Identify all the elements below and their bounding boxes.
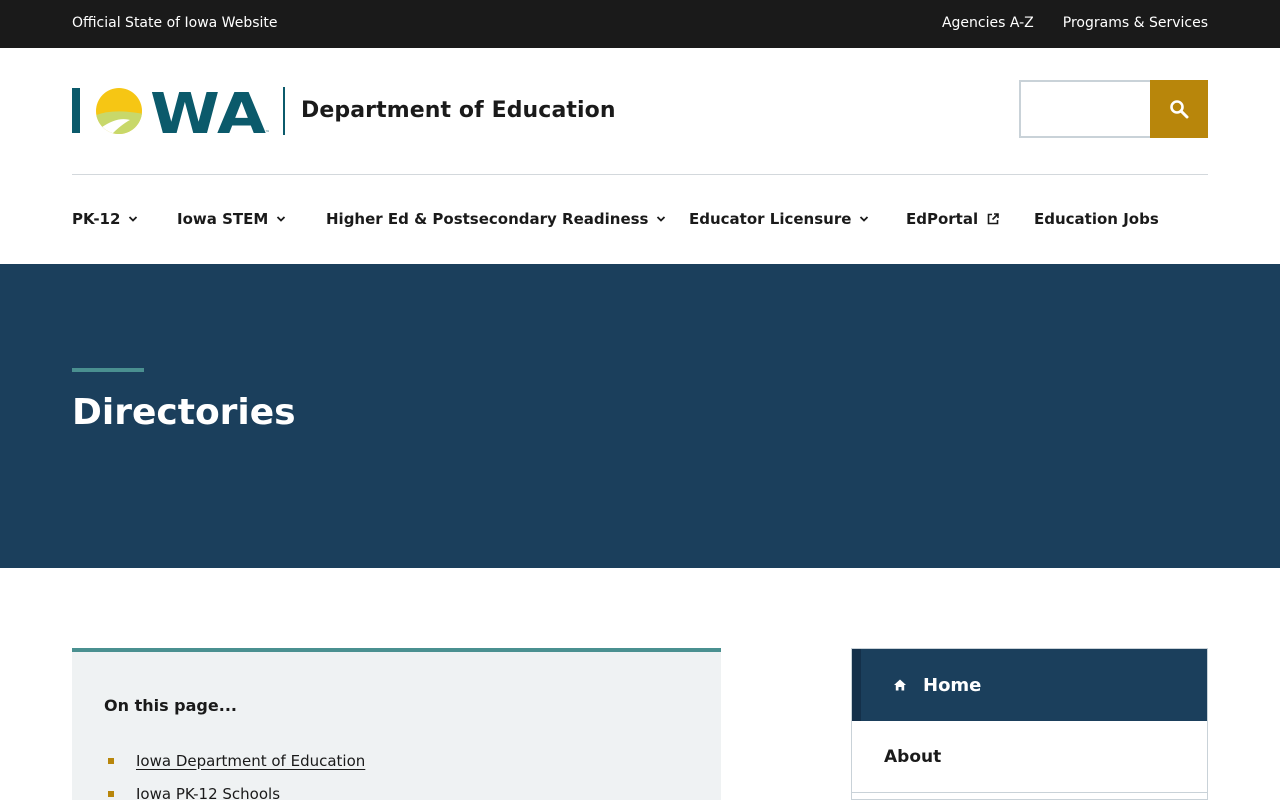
- chevron-down-icon: [657, 216, 666, 222]
- utility-bar: Official State of Iowa Website Agencies …: [0, 0, 1280, 48]
- nav-item-higher-ed[interactable]: Higher Ed & Postsecondary Readiness: [326, 210, 666, 228]
- iowa-logo[interactable]: WA ™: [72, 86, 272, 136]
- page-hero: Directories: [0, 264, 1280, 568]
- search-button[interactable]: [1150, 80, 1208, 138]
- nav-item-label: PK-12: [72, 210, 121, 228]
- search-icon: [1170, 100, 1189, 119]
- on-this-page-heading: On this page...: [104, 696, 237, 715]
- search-input[interactable]: [1019, 80, 1151, 138]
- nav-item-label: Education Jobs: [1034, 210, 1159, 228]
- side-nav-label: Home: [923, 674, 982, 696]
- chevron-down-icon: [129, 216, 138, 222]
- bullet-icon: [108, 790, 114, 797]
- page-title: Directories: [72, 392, 296, 433]
- chevron-down-icon: [277, 216, 286, 222]
- svg-text:™: ™: [265, 130, 270, 136]
- anchor-link-iowa-pk12-schools[interactable]: Iowa PK-12 Schools: [136, 785, 280, 800]
- nav-item-label: EdPortal: [906, 210, 979, 228]
- side-nav: Home About: [851, 648, 1208, 800]
- logo-divider: [283, 87, 285, 135]
- nav-item-pk12[interactable]: PK-12: [72, 210, 138, 228]
- nav-item-label: Higher Ed & Postsecondary Readiness: [326, 210, 649, 228]
- nav-item-label: Educator Licensure: [689, 210, 852, 228]
- department-title[interactable]: Department of Education: [301, 98, 616, 123]
- list-item: Iowa Department of Education: [108, 744, 365, 777]
- on-this-page-box: On this page... Iowa Department of Educa…: [72, 648, 721, 800]
- hero-accent-bar: [72, 368, 144, 372]
- official-site-label: Official State of Iowa Website: [72, 15, 278, 31]
- home-icon: [894, 679, 906, 691]
- list-item: Iowa PK-12 Schools: [108, 777, 365, 800]
- side-nav-item-about[interactable]: About: [852, 721, 1207, 793]
- chevron-down-icon: [860, 216, 869, 222]
- anchor-link-iowa-department-of-education[interactable]: Iowa Department of Education: [136, 752, 365, 770]
- main-nav: PK-12 Iowa STEM Higher Ed & Postsecondar…: [0, 175, 1280, 264]
- agencies-a-z-link[interactable]: Agencies A-Z: [942, 15, 1034, 31]
- nav-item-education-jobs[interactable]: Education Jobs: [1034, 210, 1159, 228]
- site-header: WA ™ Department of Education: [0, 48, 1280, 175]
- side-nav-label: About: [884, 746, 942, 767]
- nav-item-edportal[interactable]: EdPortal: [906, 210, 1000, 228]
- side-nav-item-home[interactable]: Home: [852, 649, 1207, 721]
- nav-item-iowa-stem[interactable]: Iowa STEM: [177, 210, 286, 228]
- on-this-page-list: Iowa Department of Education Iowa PK-12 …: [108, 744, 365, 800]
- external-link-icon: [987, 213, 999, 225]
- programs-services-link[interactable]: Programs & Services: [1063, 15, 1208, 31]
- nav-item-label: Iowa STEM: [177, 210, 269, 228]
- utility-links: Agencies A-Z Programs & Services: [942, 15, 1208, 31]
- svg-text:WA: WA: [150, 86, 267, 136]
- bullet-icon: [108, 757, 114, 764]
- nav-item-educator-licensure[interactable]: Educator Licensure: [689, 210, 869, 228]
